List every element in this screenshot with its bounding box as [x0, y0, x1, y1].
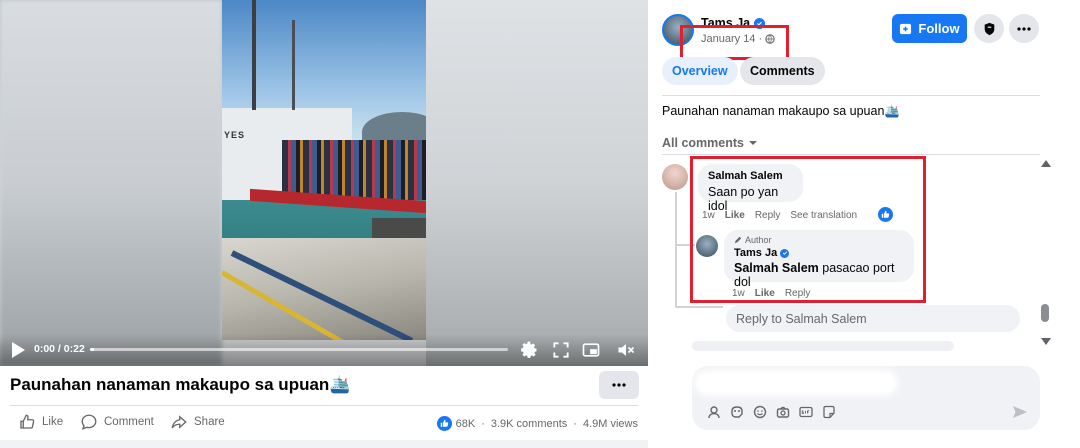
comment-composer[interactable] [692, 366, 1040, 430]
more-icon [612, 383, 626, 387]
video-blur-left [0, 0, 222, 366]
emoji-icon[interactable] [752, 404, 767, 419]
like-reaction-icon [436, 416, 452, 431]
follow-button[interactable]: Follow [892, 14, 967, 43]
thread-line [675, 192, 677, 308]
add-page-icon [900, 23, 912, 35]
comment-count[interactable]: 3.9K comments [491, 418, 567, 430]
reaction-count[interactable]: 68K [456, 418, 476, 430]
video-time: 0:00 / 0:22 [34, 343, 85, 355]
ship-lettering: YES [224, 130, 246, 140]
post-title: Paunahan nanaman makaupo sa upuan🛳️ [10, 375, 351, 394]
more-icon [1017, 26, 1031, 31]
avatar-icon[interactable] [706, 404, 721, 419]
share-icon [171, 415, 187, 429]
panel-more-button[interactable] [1009, 14, 1039, 43]
highlight-box-thread [690, 156, 926, 303]
scrollbar-thumb[interactable] [1041, 304, 1049, 322]
share-label: Share [194, 416, 225, 428]
view-count: 4.9M views [582, 417, 638, 430]
like-label: Like [42, 416, 64, 428]
scrollbar[interactable] [1038, 158, 1052, 348]
share-button[interactable]: Share [170, 413, 225, 431]
mute-icon[interactable] [616, 340, 636, 360]
faded-comment [692, 341, 954, 351]
comment-input[interactable] [698, 374, 894, 392]
highlight-box-date [680, 25, 789, 60]
fullscreen-icon[interactable] [551, 340, 571, 360]
comments-panel: Tams Ja January 14 · Follow Overview Com… [648, 0, 1080, 448]
sticker-icon[interactable] [821, 404, 836, 419]
scroll-down-arrow[interactable] [1041, 338, 1051, 345]
tab-overview[interactable]: Overview [662, 57, 738, 85]
video-frame: YES [222, 0, 426, 340]
reply-input[interactable]: Reply to Salmah Salem [726, 305, 1020, 332]
divider [662, 95, 1040, 96]
video-controls: 0:00 / 0:22 [0, 334, 648, 366]
like-icon [20, 414, 35, 429]
page: YES 0:00 / 0:22 Paunahan nanaman makaupo… [0, 0, 1080, 448]
camera-icon[interactable] [775, 404, 790, 419]
comment-label: Comment [104, 416, 154, 428]
video-blur-right [426, 0, 648, 366]
video-player[interactable]: YES 0:00 / 0:22 [0, 0, 648, 366]
post-caption: Paunahan nanaman makaupo sa upuan🛳️ [662, 104, 900, 118]
sticker-icon[interactable] [729, 404, 744, 419]
chevron-down-icon [748, 141, 757, 145]
play-icon[interactable] [10, 341, 26, 359]
pip-icon[interactable] [581, 340, 601, 360]
comment-icon [81, 414, 97, 430]
divider [662, 154, 1040, 155]
send-icon[interactable] [1012, 404, 1028, 420]
comment-filter-dropdown[interactable]: All comments [662, 136, 758, 150]
gif-icon[interactable] [798, 404, 813, 419]
shield-icon [984, 22, 994, 35]
scroll-up-arrow[interactable] [1041, 160, 1051, 167]
tab-comments[interactable]: Comments [740, 57, 825, 85]
post-more-button[interactable] [599, 371, 639, 399]
video-progress-bar[interactable] [90, 348, 508, 351]
settings-icon[interactable] [519, 340, 539, 360]
commenter-avatar[interactable] [662, 164, 688, 190]
divider [10, 405, 638, 406]
post-stats: 68K · 3.9K comments · 4.9M views [436, 416, 638, 431]
like-button[interactable]: Like [18, 413, 63, 431]
comment-button[interactable]: Comment [80, 413, 154, 431]
shield-button[interactable] [974, 14, 1004, 43]
video-progress-fill [90, 348, 95, 351]
